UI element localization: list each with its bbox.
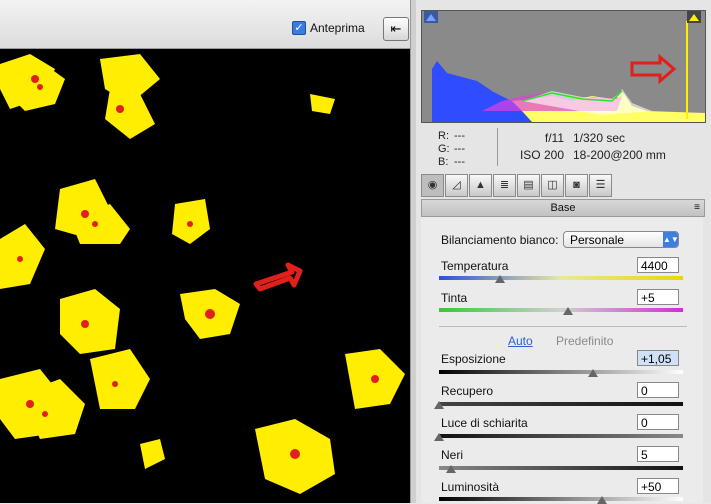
lens-corrections-icon[interactable]: ◫: [541, 174, 564, 197]
recovery-input[interactable]: 0: [637, 382, 679, 398]
blacks-thumb[interactable]: [446, 465, 457, 473]
blacks-input[interactable]: 5: [637, 446, 679, 462]
b-value: ---: [454, 156, 465, 168]
white-balance-label: Bilanciamento bianco:: [441, 233, 559, 247]
g-label: G:: [438, 143, 450, 155]
camera-calibration-icon[interactable]: ◙: [565, 174, 588, 197]
exposure-input[interactable]: +1,05: [637, 350, 679, 366]
highlight-clipping-icon[interactable]: [687, 11, 701, 23]
slider-label-recupero: Recupero: [441, 384, 494, 398]
temperature-thumb[interactable]: [495, 275, 505, 283]
fullscreen-button[interactable]: ⇤: [383, 17, 409, 41]
camera-info: f/11 1/320 sec ISO 200 18-200@200 mm: [516, 130, 666, 164]
panel-menu-icon[interactable]: ≡: [694, 200, 700, 216]
recovery-thumb[interactable]: [434, 401, 444, 409]
g-value: ---: [454, 143, 465, 155]
slider-label-tinta: Tinta: [441, 291, 468, 305]
slider-label-neri: Neri: [441, 448, 464, 462]
basic-panel-body: Bilanciamento bianco: Personale ▲▼ Tempe…: [421, 217, 703, 504]
tint-input[interactable]: +5: [637, 289, 679, 305]
shutter-value: 1/320 sec: [573, 131, 626, 145]
rgb-readout: R: --- G: --- B: ---: [438, 130, 470, 169]
default-link[interactable]: Predefinito: [556, 334, 613, 348]
detail-icon[interactable]: ▲: [469, 174, 492, 197]
fill-light-input[interactable]: 0: [637, 414, 679, 430]
lens-value: 18-200@200 mm: [573, 148, 666, 162]
readout-divider: [497, 128, 498, 166]
tint-track[interactable]: [439, 308, 683, 312]
image-preview[interactable]: [0, 49, 410, 503]
fullscreen-toggle-icon: ⇤: [390, 21, 402, 36]
aperture-value: f/11: [544, 131, 564, 145]
blacks-track[interactable]: [439, 466, 683, 470]
camera-aperture-icon[interactable]: ◉: [421, 174, 444, 197]
preview-label: Anteprima: [310, 21, 365, 35]
presets-icon[interactable]: ☰: [589, 174, 612, 197]
r-label: R:: [438, 130, 449, 142]
slider-label-luce-di-schiarita: Luce di schiarita: [441, 416, 528, 430]
r-value: ---: [454, 130, 465, 142]
section-divider: [439, 326, 687, 327]
iso-value: ISO 200: [519, 148, 564, 162]
brightness-input[interactable]: +50: [637, 478, 679, 494]
clipping-preview-image: [0, 54, 405, 494]
histogram-graph: [432, 21, 705, 122]
b-label: B:: [438, 156, 449, 168]
slider-label-temperatura: Temperatura: [441, 259, 509, 273]
slider-label-esposizione: Esposizione: [441, 352, 506, 366]
exposure-track[interactable]: [439, 370, 683, 374]
tone-curve-icon[interactable]: ◿: [445, 174, 468, 197]
tint-thumb[interactable]: [563, 307, 574, 315]
panel-tabs: ◉ ◿ ▲ ≣ ▤ ◫ ◙ ☰: [421, 174, 701, 197]
recovery-track[interactable]: [439, 402, 683, 406]
temperature-input[interactable]: 4400: [637, 257, 679, 273]
brightness-track[interactable]: [439, 497, 683, 501]
fill-light-thumb[interactable]: [434, 433, 444, 441]
fill-light-track[interactable]: [439, 434, 683, 438]
split-toning-icon[interactable]: ▤: [517, 174, 540, 197]
select-arrows-icon: ▲▼: [663, 232, 679, 247]
slider-label-luminosita: Luminosità: [441, 480, 500, 494]
histogram: [421, 10, 706, 123]
section-title: Base ≡: [421, 199, 705, 217]
checkbox-check-icon: ✓: [292, 21, 306, 35]
adjustments-panel: R: --- G: --- B: --- f/11 1/320 sec ISO 200 1…: [416, 0, 711, 504]
preview-toolbar: ✓ Anteprima ⇤: [0, 0, 415, 49]
preview-checkbox[interactable]: ✓ Anteprima: [292, 21, 365, 35]
pixel-readout: R: --- G: --- B: --- f/11 1/320 sec ISO 200 1…: [421, 124, 704, 170]
exposure-thumb[interactable]: [587, 369, 598, 377]
hsl-icon[interactable]: ≣: [493, 174, 516, 197]
white-balance-value: Personale: [570, 233, 625, 247]
auto-link[interactable]: Auto: [508, 334, 533, 348]
section-title-text: Base: [550, 202, 576, 214]
white-balance-select[interactable]: Personale ▲▼: [563, 231, 679, 248]
temperature-track[interactable]: [439, 276, 683, 280]
shadow-clipping-icon[interactable]: [424, 11, 438, 23]
